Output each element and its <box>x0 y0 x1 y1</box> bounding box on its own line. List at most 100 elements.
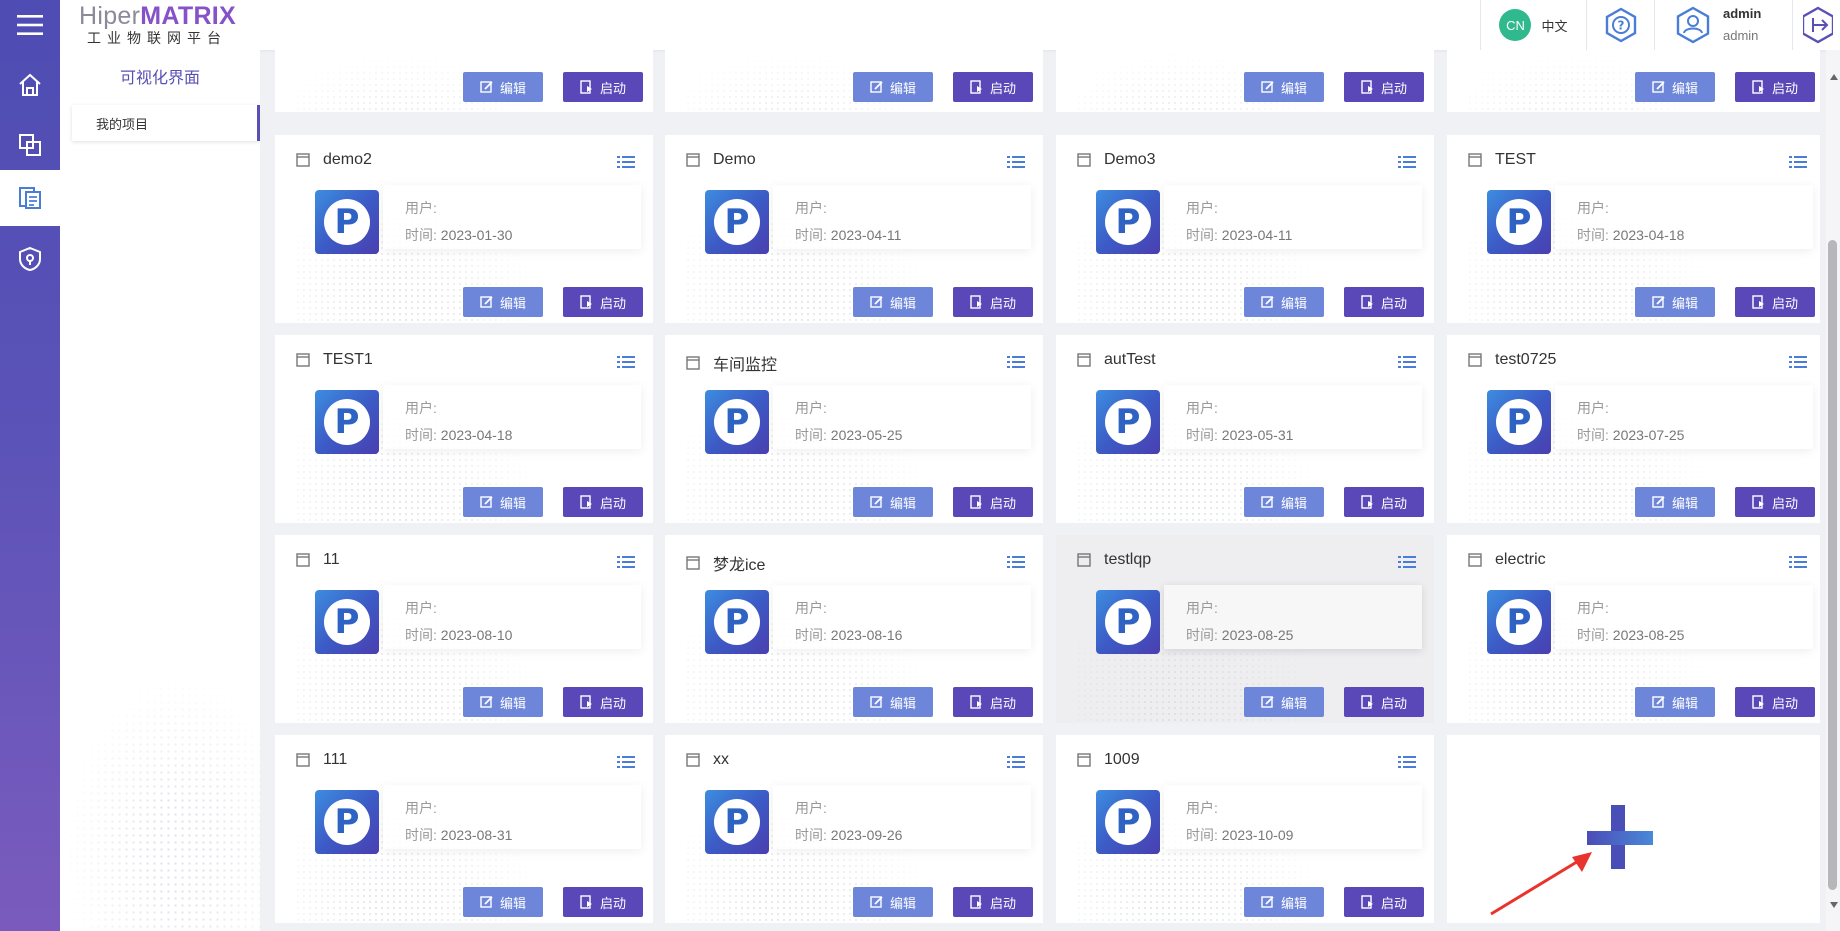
time-label: 时间: <box>1186 827 1218 843</box>
project-menu-button[interactable] <box>1398 155 1416 174</box>
edit-button[interactable]: 编辑 <box>1244 287 1324 317</box>
edit-button[interactable]: 编辑 <box>463 887 543 917</box>
menu-toggle-button[interactable] <box>0 0 60 50</box>
rail-item-security[interactable] <box>0 232 60 286</box>
edit-button[interactable]: 编辑 <box>853 72 933 102</box>
edit-button[interactable]: 编辑 <box>463 287 543 317</box>
project-name: 111 <box>323 751 348 768</box>
project-info: 用户: 时间: 2023-04-11 <box>773 185 1031 249</box>
project-card[interactable]: TEST 用户: 时间: 2023-04-18 P 编辑 启动 <box>1447 135 1820 323</box>
help-button[interactable]: ? <box>1586 0 1654 50</box>
rail-item-visualization[interactable] <box>0 170 60 226</box>
project-card[interactable]: Demo 用户: 时间: 2023-04-11 P 编辑 启动 <box>665 135 1043 323</box>
project-card[interactable]: xx 用户: 时间: 2023-09-26 P 编辑 启动 <box>665 735 1043 923</box>
project-menu-button[interactable] <box>617 755 635 774</box>
project-card[interactable]: 编辑 启动 <box>275 50 653 112</box>
start-button[interactable]: 启动 <box>563 72 643 102</box>
user-label: 用户: <box>405 400 437 416</box>
rail-item-home[interactable] <box>0 58 60 112</box>
start-button[interactable]: 启动 <box>563 887 643 917</box>
start-button[interactable]: 启动 <box>563 487 643 517</box>
start-button[interactable]: 启动 <box>953 887 1033 917</box>
project-card[interactable]: Demo3 用户: 时间: 2023-04-11 P 编辑 启动 <box>1056 135 1434 323</box>
project-card[interactable]: 编辑 启动 <box>1056 50 1434 112</box>
start-button[interactable]: 启动 <box>1735 687 1815 717</box>
language-switch[interactable]: CN 中文 <box>1480 0 1586 50</box>
edit-button[interactable]: 编辑 <box>1635 72 1715 102</box>
start-icon <box>580 80 592 94</box>
project-menu-button[interactable] <box>1398 355 1416 374</box>
project-menu-button[interactable] <box>1007 355 1025 374</box>
start-button[interactable]: 启动 <box>1344 287 1424 317</box>
project-card[interactable]: 1009 用户: 时间: 2023-10-09 P 编辑 启动 <box>1056 735 1434 923</box>
start-label: 启动 <box>989 295 1016 311</box>
edit-button[interactable]: 编辑 <box>463 687 543 717</box>
edit-button[interactable]: 编辑 <box>1635 687 1715 717</box>
project-menu-button[interactable] <box>1398 755 1416 774</box>
user-menu[interactable]: admin admin <box>1654 0 1792 50</box>
start-button[interactable]: 启动 <box>1735 72 1815 102</box>
start-button[interactable]: 启动 <box>1344 887 1424 917</box>
start-button[interactable]: 启动 <box>953 487 1033 517</box>
edit-button[interactable]: 编辑 <box>1244 887 1324 917</box>
time-label: 时间: <box>1186 427 1218 443</box>
project-menu-button[interactable] <box>1789 155 1807 174</box>
project-card[interactable]: 车间监控 用户: 时间: 2023-05-25 P 编辑 启动 <box>665 335 1043 523</box>
scroll-down-arrow-icon[interactable] <box>1830 902 1838 908</box>
vertical-scrollbar[interactable] <box>1826 50 1840 931</box>
edit-button[interactable]: 编辑 <box>1244 72 1324 102</box>
start-button[interactable]: 启动 <box>953 287 1033 317</box>
project-card[interactable]: 编辑 启动 <box>1447 50 1820 112</box>
project-card[interactable]: demo2 用户: 时间: 2023-01-30 P 编辑 启动 <box>275 135 653 323</box>
project-menu-button[interactable] <box>617 355 635 374</box>
edit-button[interactable]: 编辑 <box>463 487 543 517</box>
project-card[interactable]: autTest 用户: 时间: 2023-05-31 P 编辑 启动 <box>1056 335 1434 523</box>
edit-button[interactable]: 编辑 <box>1635 287 1715 317</box>
project-menu-button[interactable] <box>617 555 635 574</box>
project-card[interactable]: 编辑 启动 <box>665 50 1043 112</box>
start-button[interactable]: 启动 <box>953 687 1033 717</box>
edit-button[interactable]: 编辑 <box>1244 687 1324 717</box>
edit-button[interactable]: 编辑 <box>853 287 933 317</box>
scroll-up-arrow-icon[interactable] <box>1830 74 1838 80</box>
project-card[interactable]: 11 用户: 时间: 2023-08-10 P 编辑 启动 <box>275 535 653 723</box>
project-menu-button[interactable] <box>617 155 635 174</box>
start-button[interactable]: 启动 <box>1344 687 1424 717</box>
project-card[interactable]: 111 用户: 时间: 2023-08-31 P 编辑 启动 <box>275 735 653 923</box>
project-card[interactable]: test0725 用户: 时间: 2023-07-25 P 编辑 启动 <box>1447 335 1820 523</box>
sidebar-item-my-projects[interactable]: 我的项目 <box>72 105 260 141</box>
security-icon <box>19 246 41 272</box>
start-button[interactable]: 启动 <box>953 72 1033 102</box>
start-icon <box>580 695 592 709</box>
start-button[interactable]: 启动 <box>563 287 643 317</box>
edit-button[interactable]: 编辑 <box>853 687 933 717</box>
edit-button[interactable]: 编辑 <box>853 487 933 517</box>
edit-button[interactable]: 编辑 <box>1635 487 1715 517</box>
project-time: 2023-01-30 <box>440 227 513 243</box>
project-menu-button[interactable] <box>1007 155 1025 174</box>
edit-button[interactable]: 编辑 <box>463 72 543 102</box>
project-menu-button[interactable] <box>1007 755 1025 774</box>
project-menu-button[interactable] <box>1789 555 1807 574</box>
start-button[interactable]: 启动 <box>563 687 643 717</box>
project-card[interactable]: TEST1 用户: 时间: 2023-04-18 P 编辑 启动 <box>275 335 653 523</box>
project-menu-button[interactable] <box>1007 555 1025 574</box>
project-card[interactable]: electric 用户: 时间: 2023-08-25 P 编辑 启动 <box>1447 535 1820 723</box>
project-menu-button[interactable] <box>1398 555 1416 574</box>
user-label: 用户: <box>795 600 827 616</box>
rail-item-devices[interactable] <box>0 118 60 172</box>
start-button[interactable]: 启动 <box>1735 287 1815 317</box>
project-name: testlqp <box>1104 551 1152 568</box>
edit-button[interactable]: 编辑 <box>853 887 933 917</box>
project-file-icon <box>686 153 700 167</box>
edit-button[interactable]: 编辑 <box>1244 487 1324 517</box>
scroll-thumb[interactable] <box>1828 240 1837 890</box>
logout-button[interactable] <box>1792 0 1840 50</box>
edit-label: 编辑 <box>889 695 916 711</box>
project-menu-button[interactable] <box>1789 355 1807 374</box>
project-card[interactable]: 梦龙ice 用户: 时间: 2023-08-16 P 编辑 启动 <box>665 535 1043 723</box>
start-button[interactable]: 启动 <box>1344 487 1424 517</box>
project-card[interactable]: testlqp 用户: 时间: 2023-08-25 P 编辑 启动 <box>1056 535 1434 723</box>
start-button[interactable]: 启动 <box>1735 487 1815 517</box>
start-button[interactable]: 启动 <box>1344 72 1424 102</box>
